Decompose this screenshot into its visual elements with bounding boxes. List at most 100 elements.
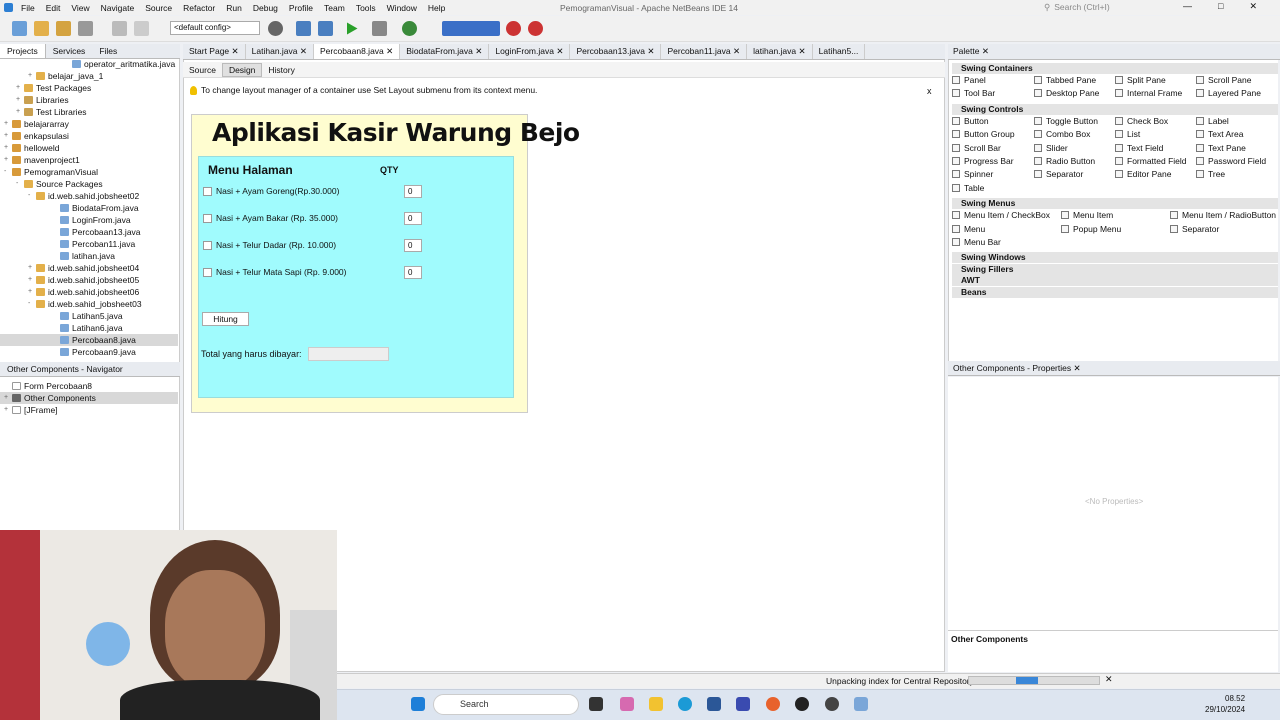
expand-toggle-icon[interactable]: +	[16, 94, 24, 106]
menu-tools[interactable]: Tools	[356, 3, 376, 13]
app-icon-2[interactable]	[825, 697, 839, 711]
memory-gauge[interactable]	[442, 21, 500, 36]
palette-category[interactable]: Swing Controls	[952, 103, 1278, 115]
tree-item[interactable]: Latihan5.java	[0, 310, 178, 322]
palette-item[interactable]: Menu Item	[1061, 210, 1113, 220]
editor-tab[interactable]: latihan.java ✕	[747, 44, 813, 59]
tab-files[interactable]: Files	[92, 44, 124, 58]
palette-item[interactable]: Toggle Button	[1034, 116, 1098, 126]
expand-toggle-icon[interactable]: -	[16, 178, 24, 190]
tree-item[interactable]: + enkapsulasi	[0, 130, 178, 142]
app-icon[interactable]	[736, 697, 750, 711]
stop-profile-icon[interactable]	[528, 21, 543, 36]
qty-field[interactable]: 0	[404, 239, 422, 252]
palette-item[interactable]: Layered Pane	[1196, 88, 1261, 98]
tab-projects[interactable]: Projects	[0, 44, 46, 58]
tree-item[interactable]: operator_aritmatika.java	[0, 58, 178, 70]
close-tab-icon[interactable]: ✕	[731, 46, 740, 56]
expand-toggle-icon[interactable]: +	[28, 262, 36, 274]
tree-item[interactable]: + Test Packages	[0, 82, 178, 94]
palette-item[interactable]: Editor Pane	[1115, 169, 1171, 179]
tab-services[interactable]: Services	[46, 44, 93, 58]
tree-item[interactable]: + belajararray	[0, 118, 178, 130]
expand-toggle-icon[interactable]: -	[28, 298, 36, 310]
menu-item-checkbox[interactable]: Nasi + Ayam Goreng(Rp.30.000)	[203, 186, 339, 196]
qty-field[interactable]: 0	[404, 266, 422, 279]
expand-toggle-icon[interactable]: +	[28, 286, 36, 298]
palette-item[interactable]: Tabbed Pane	[1034, 75, 1096, 85]
editor-tab[interactable]: Latihan.java ✕	[246, 44, 314, 59]
new-file-icon[interactable]	[12, 21, 27, 36]
expand-toggle-icon[interactable]: +	[28, 274, 36, 286]
palette-item[interactable]: Text Pane	[1196, 143, 1246, 153]
expand-toggle-icon[interactable]: +	[4, 154, 12, 166]
menu-edit[interactable]: Edit	[46, 3, 61, 13]
tree-item[interactable]: + id.web.sahid.jobsheet06	[0, 286, 178, 298]
tree-item[interactable]: - id.web.sahid.jobsheet02	[0, 190, 178, 202]
debug-icon[interactable]	[372, 21, 387, 36]
palette-item[interactable]: Text Area	[1196, 129, 1243, 139]
menu-source[interactable]: Source	[145, 3, 172, 13]
tree-item[interactable]: - PemogramanVisual	[0, 166, 178, 178]
palette-category[interactable]: Swing Containers	[952, 63, 1278, 74]
tree-item[interactable]: - Source Packages	[0, 178, 178, 190]
build-icon[interactable]	[296, 21, 311, 36]
palette-item[interactable]: Table	[952, 183, 984, 193]
palette-item[interactable]: Tree	[1196, 169, 1225, 179]
close-icon[interactable]: ✕	[982, 46, 989, 56]
quick-search-input[interactable]: Search (Ctrl+I)	[1054, 2, 1110, 12]
checkbox[interactable]	[203, 186, 212, 196]
palette-item[interactable]: Menu Item / CheckBox	[952, 210, 1050, 220]
undo-icon[interactable]	[112, 21, 127, 36]
menu-window[interactable]: Window	[387, 3, 417, 13]
close-tab-icon[interactable]: ✕	[384, 46, 393, 56]
tree-item[interactable]: + belajar_java_1	[0, 70, 178, 82]
file-explorer-icon[interactable]	[649, 697, 663, 711]
palette-title[interactable]: Palette ✕	[948, 44, 1280, 60]
maximize-icon[interactable]: □	[1218, 1, 1223, 12]
checkbox[interactable]	[203, 240, 212, 250]
palette-item[interactable]: Split Pane	[1115, 75, 1166, 85]
tab-design[interactable]: Design	[221, 62, 263, 77]
menu-file[interactable]: File	[21, 3, 35, 13]
palette-item[interactable]: Menu	[952, 224, 985, 234]
palette-item[interactable]: Combo Box	[1034, 129, 1090, 139]
expand-toggle-icon[interactable]: +	[16, 106, 24, 118]
close-tab-icon[interactable]: ✕	[473, 46, 482, 56]
editor-tab[interactable]: LoginFrom.java ✕	[489, 44, 571, 59]
palette-item[interactable]: Spinner	[952, 169, 993, 179]
palette-item[interactable]: Check Box	[1115, 116, 1168, 126]
palette-item[interactable]: Button Group	[952, 129, 1015, 139]
palette-item[interactable]: Button	[952, 116, 989, 126]
menu-navigate[interactable]: Navigate	[101, 3, 135, 13]
profile-icon[interactable]	[402, 21, 417, 36]
editor-tab[interactable]: Percobaan13.java ✕	[570, 44, 662, 59]
task-view-icon[interactable]	[589, 697, 603, 711]
tree-item[interactable]: Percobaan13.java	[0, 226, 178, 238]
tree-item[interactable]: - id.web.sahid_jobsheet03	[0, 298, 178, 310]
expand-toggle-icon[interactable]: +	[28, 70, 36, 82]
palette-item[interactable]: Label	[1196, 116, 1229, 126]
tree-item[interactable]: Percobaan8.java	[0, 334, 178, 346]
palette-category[interactable]: Swing Windows	[952, 252, 1278, 264]
properties-title[interactable]: Other Components - Properties ✕	[948, 361, 1280, 376]
menu-item-checkbox[interactable]: Nasi + Telur Mata Sapi (Rp. 9.000)	[203, 267, 346, 277]
tree-item[interactable]: BiodataFrom.java	[0, 202, 178, 214]
menu-item-checkbox[interactable]: Nasi + Ayam Bakar (Rp. 35.000)	[203, 213, 338, 223]
quick-search[interactable]: ⚲ Search (Ctrl+I)	[1044, 1, 1174, 13]
close-tab-icon[interactable]: ✕	[554, 46, 563, 56]
palette-category[interactable]: Beans	[952, 286, 1278, 298]
tree-item[interactable]: + Libraries	[0, 94, 178, 106]
checkbox[interactable]	[203, 267, 212, 277]
netbeans-taskbar-icon[interactable]	[854, 697, 868, 711]
new-project-icon[interactable]	[34, 21, 49, 36]
close-tab-icon[interactable]: ✕	[796, 46, 806, 56]
build-target-icon[interactable]	[268, 21, 283, 36]
gc-icon[interactable]	[506, 21, 521, 36]
navigator-title[interactable]: Other Components - Navigator	[0, 362, 180, 377]
tree-item[interactable]: LoginFrom.java	[0, 214, 178, 226]
close-tab-icon[interactable]: ✕	[229, 46, 239, 56]
palette-item[interactable]: Password Field	[1196, 156, 1266, 166]
editor-tab[interactable]: BiodataFrom.java ✕	[400, 44, 490, 59]
qty-field[interactable]: 0	[404, 212, 422, 225]
